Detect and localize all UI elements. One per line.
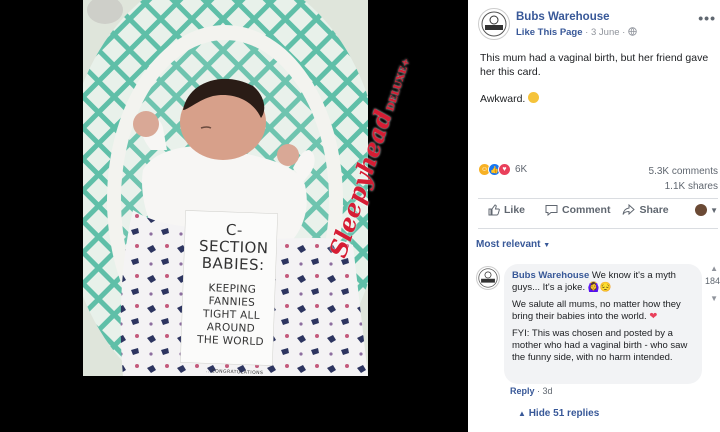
post-text-line1: This mum had a vaginal birth, but her fr… <box>480 52 709 78</box>
reply-link[interactable]: Reply <box>510 386 535 396</box>
comment-age[interactable]: 3d <box>543 386 553 396</box>
like-label: Like <box>504 204 526 216</box>
page-avatar[interactable] <box>478 8 510 40</box>
post-panel: Bubs Warehouse Like This Page · 3 June ·… <box>468 0 720 432</box>
hide-replies-label: Hide 51 replies <box>528 408 600 419</box>
comment-bubble: Bubs Warehouse We know it's a myth guys.… <box>504 264 702 384</box>
share-arrow-icon <box>622 204 636 216</box>
card-text: C-SECTION BABIES: KEEPING FANNIES TIGHT … <box>189 221 274 377</box>
post-header: Bubs Warehouse Like This Page · 3 June ·… <box>478 8 718 40</box>
comment-line1: Bubs Warehouse We know it's a myth guys.… <box>512 270 694 294</box>
like-page-link[interactable]: Like This Page <box>516 27 583 38</box>
chevron-up-icon: ▲ <box>518 409 526 418</box>
reaction-count: 6K <box>515 164 528 175</box>
reactions-summary[interactable]: ☺ 👍 ♥ 6K <box>478 163 527 176</box>
share-label: Share <box>639 204 669 216</box>
bubs-logo-icon <box>481 11 507 37</box>
comment-label: Comment <box>562 204 611 216</box>
comment-button[interactable]: Comment <box>545 204 610 216</box>
post-meta: Like This Page · 3 June · <box>516 27 637 38</box>
globe-icon <box>628 27 637 36</box>
post-stats: 5.3K comments 1.1K shares <box>649 164 718 194</box>
screenshot-stage: C-SECTION BABIES: KEEPING FANNIES TIGHT … <box>0 0 720 432</box>
more-options-icon[interactable]: ••• <box>698 10 716 26</box>
comments-count-link[interactable]: 5.3K comments <box>649 164 718 179</box>
post-date[interactable]: 3 June <box>591 27 620 38</box>
sort-caret-icon: ▼ <box>543 242 551 249</box>
divider-bottom <box>478 228 718 229</box>
card-sub-line2: TIGHT ALL AROUND <box>202 308 261 335</box>
woman-shrug-emoji-icon: 🙆‍♀️😔 <box>587 282 612 293</box>
comment-author-link[interactable]: Bubs Warehouse <box>512 270 589 281</box>
thumbs-up-icon <box>488 204 500 216</box>
comment-line3: FYI: This was chosen and posted by a mot… <box>512 328 688 363</box>
post-text-line2: Awkward. <box>480 92 716 107</box>
shares-count-link[interactable]: 1.1K shares <box>649 179 718 194</box>
bubs-logo-small-icon <box>478 268 498 288</box>
bottom-backdrop <box>83 376 368 432</box>
chevron-down-icon: ▼ <box>710 205 718 215</box>
card-sub-line3: THE WORLD <box>196 333 265 349</box>
scroll-up-icon[interactable]: ▲ <box>710 264 718 273</box>
left-backdrop <box>0 0 83 432</box>
comment-sort-dropdown[interactable]: Most relevant ▼ <box>476 239 550 250</box>
comment-line2: We salute all mums, no matter how they b… <box>512 299 694 323</box>
post-text-awkward: Awkward. <box>480 93 526 105</box>
card-title-line1: C-SECTION <box>198 220 269 258</box>
divider-top <box>478 198 718 199</box>
sort-label: Most relevant <box>476 239 541 250</box>
like-button[interactable]: Like <box>488 204 525 216</box>
scroll-down-icon[interactable]: ▼ <box>710 294 718 303</box>
card-title-line2: BABIES: <box>201 253 265 275</box>
love-reaction-icon: ♥ <box>498 163 511 176</box>
post-as-selector[interactable]: ▼ <box>695 204 718 216</box>
page-name-link[interactable]: Bubs Warehouse <box>516 11 610 23</box>
share-button[interactable]: Share <box>622 204 669 216</box>
comment-actions: Reply · 3d <box>510 386 553 396</box>
card-sub-line1: KEEPING FANNIES <box>208 282 257 309</box>
grimace-emoji-icon <box>528 92 540 103</box>
side-count: 184 <box>704 276 720 286</box>
comment-bubble-icon <box>545 205 558 216</box>
heart-emoji-icon: ❤ <box>649 311 658 322</box>
commenter-avatar[interactable] <box>476 266 500 290</box>
post-text: This mum had a vaginal birth, but her fr… <box>480 52 716 120</box>
user-avatar-icon <box>695 204 708 216</box>
hide-replies-link[interactable]: ▲ Hide 51 replies <box>518 408 599 419</box>
action-bar: Like Comment Share ▼ <box>478 204 718 216</box>
